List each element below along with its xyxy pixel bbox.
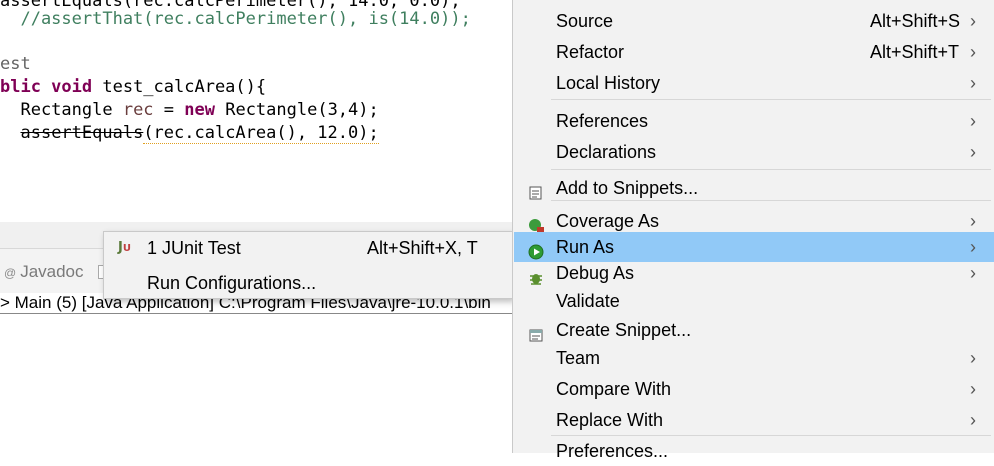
menu-item-label: Debug As <box>556 263 635 283</box>
code-token: test_calcArea(){ <box>92 77 267 97</box>
context-menu: Source Alt+Shift+S › Refactor Alt+Shift+T › Lo… <box>512 0 994 461</box>
submenu-item-run-configurations[interactable]: Run Configurations... <box>104 269 512 297</box>
tab-javadoc[interactable]: @ Javadoc <box>4 261 84 283</box>
code-token: est <box>0 54 31 74</box>
menu-item-replace-with[interactable]: Replace With › <box>514 405 994 435</box>
menu-item-team[interactable]: Team › <box>514 343 994 373</box>
submenu-item-junit-test[interactable]: JU 1 JUnit Test Alt+Shift+X, T <box>104 234 512 262</box>
code-token: rec <box>122 100 154 120</box>
menu-item-label: Compare With <box>556 379 672 399</box>
run-icon <box>528 239 544 260</box>
menu-item-label: Create Snippet... <box>556 320 692 340</box>
code-token: //assertThat(rec.calcPerimeter(), is(14.… <box>0 9 471 29</box>
chevron-right-icon: › <box>970 111 976 131</box>
menu-item-label: Validate <box>556 291 620 311</box>
menu-item-accelerator: Alt+Shift+T <box>870 42 960 62</box>
chevron-right-icon: › <box>970 11 976 31</box>
code-token: Rectangle(3,4); <box>214 100 379 120</box>
chevron-right-icon: › <box>970 142 976 162</box>
tab-javadoc-label: Javadoc <box>20 262 84 281</box>
create-snippet-icon <box>528 322 544 342</box>
code-token: = <box>153 100 185 120</box>
code-line-2: //assertThat(rec.calcPerimeter(), is(14.… <box>0 8 471 30</box>
menu-item-refactor[interactable]: Refactor Alt+Shift+T › <box>514 37 994 67</box>
code-line-4: est <box>0 53 31 75</box>
submenu-item-label: 1 JUnit Test <box>147 238 241 258</box>
snippet-icon <box>528 180 544 200</box>
code-line-5: blic void test_calcArea(){ <box>0 76 266 98</box>
menu-item-validate[interactable]: Validate <box>514 286 994 316</box>
chevron-right-icon: › <box>970 42 976 62</box>
code-token: blic void <box>0 77 93 97</box>
menu-separator <box>551 99 991 100</box>
coverage-icon <box>528 213 544 234</box>
debug-icon <box>528 265 544 285</box>
menu-item-source[interactable]: Source Alt+Shift+S › <box>514 6 994 36</box>
code-line-6: Rectangle rec = new Rectangle(3,4); <box>0 99 379 121</box>
chevron-right-icon: › <box>970 348 976 368</box>
menu-item-compare-with[interactable]: Compare With › <box>514 374 994 404</box>
menu-separator <box>551 169 991 170</box>
menu-item-label: Add to Snippets... <box>556 178 699 198</box>
code-token: new <box>184 100 215 120</box>
menu-item-preferences[interactable]: Preferences... <box>514 436 994 466</box>
menu-item-label: References <box>556 111 649 131</box>
submenu-item-label: Run Configurations... <box>147 273 317 293</box>
chevron-right-icon: › <box>970 410 976 430</box>
menu-item-create-snippet[interactable]: Create Snippet... <box>514 315 994 345</box>
menu-item-label: Declarations <box>556 142 657 162</box>
junit-icon: JU <box>118 240 131 255</box>
menu-item-label: Preferences... <box>556 441 669 461</box>
javadoc-icon: @ <box>4 266 17 280</box>
code-line-7: assertEquals(rec.calcArea(), 12.0); <box>0 122 379 144</box>
menu-item-references[interactable]: References › <box>514 106 994 136</box>
menu-item-label: Source <box>556 11 614 31</box>
code-token: assertEquals <box>20 123 144 143</box>
menu-item-label: Replace With <box>556 410 664 430</box>
menu-item-add-to-snippets[interactable]: Add to Snippets... <box>514 173 994 203</box>
code-token: Rectangle <box>0 100 123 120</box>
menu-item-local-history[interactable]: Local History › <box>514 68 994 98</box>
menu-item-debug-as[interactable]: Debug As › <box>514 258 994 288</box>
run-as-submenu: JU 1 JUnit Test Alt+Shift+X, T Run Confi… <box>103 231 513 299</box>
menu-item-label: Team <box>556 348 601 368</box>
submenu-item-accelerator: Alt+Shift+X, T <box>367 238 478 258</box>
menu-item-accelerator: Alt+Shift+S <box>870 11 961 31</box>
menu-item-label: Refactor <box>556 42 625 62</box>
chevron-right-icon: › <box>970 263 976 283</box>
chevron-right-icon: › <box>970 73 976 93</box>
code-token: (rec.calcArea(), 12.0); <box>143 123 379 144</box>
chevron-right-icon: › <box>970 379 976 399</box>
menu-item-label: Local History <box>556 73 661 93</box>
menu-item-declarations[interactable]: Declarations › <box>514 137 994 167</box>
code-editor[interactable]: assertEquals(rec.calcPerimeter(), 14.0, … <box>0 0 512 222</box>
